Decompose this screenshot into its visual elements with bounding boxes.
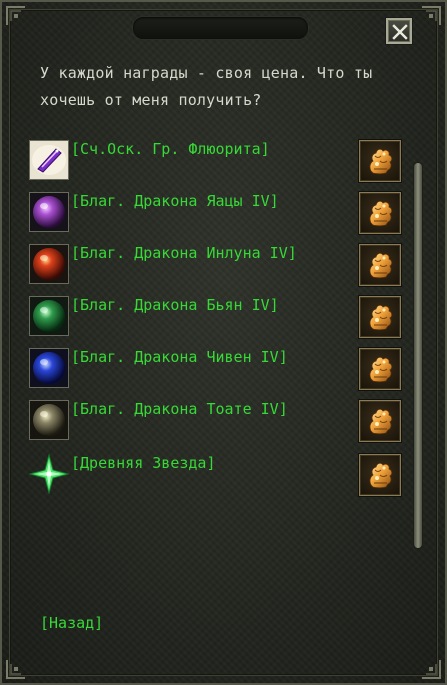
golden-statue-icon: [362, 143, 398, 179]
green-dragon-orb-icon[interactable]: [29, 296, 69, 336]
golden-statue-icon: [362, 247, 398, 283]
reward-link[interactable]: [Благ. Дракона Яацы IV]: [71, 192, 279, 210]
npc-dialog-window: У каждой награды - своя цена. Что ты хоч…: [0, 0, 447, 685]
corner-ornament-icon: [422, 660, 441, 679]
reward-link[interactable]: [Древняя Звезда]: [71, 454, 216, 472]
select-reward-button[interactable]: [359, 192, 401, 234]
reward-row: [Благ. Дракона Тоате IV]: [29, 400, 403, 444]
corner-ornament-icon: [6, 6, 25, 25]
corner-ornament-icon: [422, 6, 441, 25]
reward-link[interactable]: [Благ. Дракона Бьян IV]: [71, 296, 279, 314]
reward-link[interactable]: [Благ. Дракона Инлуна IV]: [71, 244, 297, 262]
select-reward-button[interactable]: [359, 454, 401, 496]
blue-dragon-orb-icon[interactable]: [29, 348, 69, 388]
purple-dragon-orb-icon[interactable]: [29, 192, 69, 232]
reward-row: [Благ. Дракона Чивен IV]: [29, 348, 403, 392]
golden-statue-icon: [362, 195, 398, 231]
close-x-icon: [392, 24, 408, 40]
golden-statue-icon: [362, 403, 398, 439]
reward-row: [Благ. Дракона Бьян IV]: [29, 296, 403, 340]
title-bar[interactable]: [132, 16, 309, 40]
corner-ornament-icon: [6, 660, 25, 679]
back-link[interactable]: [Назад]: [40, 614, 103, 632]
reward-link[interactable]: [Сч.Оск. Гр. Флюорита]: [71, 140, 270, 158]
select-reward-button[interactable]: [359, 140, 401, 182]
scrollbar[interactable]: [414, 163, 422, 548]
golden-statue-icon: [362, 457, 398, 493]
reward-link[interactable]: [Благ. Дракона Чивен IV]: [71, 348, 288, 366]
golden-statue-icon: [362, 351, 398, 387]
select-reward-button[interactable]: [359, 400, 401, 442]
reward-row: [Древняя Звезда]: [29, 454, 403, 498]
ancient-star-icon[interactable]: [29, 454, 69, 494]
npc-dialog-text: У каждой награды - своя цена. Что ты хоч…: [40, 64, 373, 109]
select-reward-button[interactable]: [359, 244, 401, 286]
red-dragon-orb-icon[interactable]: [29, 244, 69, 284]
select-reward-button[interactable]: [359, 296, 401, 338]
golden-statue-icon: [362, 299, 398, 335]
reward-link[interactable]: [Благ. Дракона Тоате IV]: [71, 400, 288, 418]
reward-row: [Благ. Дракона Яацы IV]: [29, 192, 403, 236]
fluorite-crystal-icon[interactable]: [29, 140, 69, 180]
select-reward-button[interactable]: [359, 348, 401, 390]
grey-dragon-orb-icon[interactable]: [29, 400, 69, 440]
close-button[interactable]: [386, 18, 412, 44]
reward-row: [Сч.Оск. Гр. Флюорита]: [29, 140, 403, 184]
reward-row: [Благ. Дракона Инлуна IV]: [29, 244, 403, 288]
